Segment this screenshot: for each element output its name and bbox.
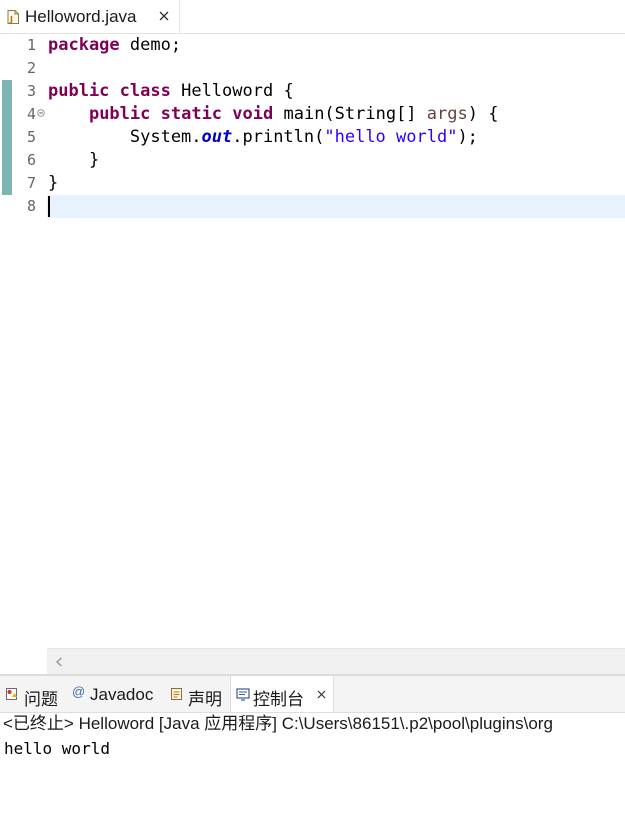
code-text: main(String[] bbox=[273, 104, 427, 124]
keyword: class bbox=[119, 81, 171, 101]
console-output-text: hello world bbox=[4, 739, 110, 758]
tab-declaration[interactable]: 声明 bbox=[165, 676, 230, 712]
line-number: 8 bbox=[26, 197, 36, 215]
text-cursor bbox=[48, 196, 50, 217]
line-number: 3 bbox=[26, 82, 36, 100]
static-field: out bbox=[201, 127, 233, 147]
line-number-ruler: 1 2 3 4 5 6 7 8 bbox=[14, 34, 44, 650]
keyword: package bbox=[48, 35, 120, 55]
code-line: } bbox=[48, 172, 58, 195]
line-number: 6 bbox=[26, 151, 36, 169]
svg-text:J: J bbox=[9, 15, 13, 24]
chevron-left-icon[interactable] bbox=[55, 657, 63, 667]
code-text: Helloword { bbox=[170, 81, 294, 101]
collapse-icon[interactable] bbox=[37, 109, 45, 117]
code-line: System.out.println("hello world"); bbox=[48, 126, 478, 149]
panel-tab-label: Javadoc bbox=[90, 685, 154, 704]
code-text: } bbox=[48, 173, 59, 193]
close-icon[interactable] bbox=[159, 11, 169, 21]
keyword: public bbox=[88, 104, 151, 124]
line-number: 5 bbox=[26, 128, 36, 146]
code-text-area[interactable]: package demo; public class Helloword { p… bbox=[47, 34, 625, 650]
panel-tab-label: 问题 bbox=[24, 690, 58, 709]
change-marker-bar bbox=[2, 80, 12, 195]
line-number: 2 bbox=[26, 59, 36, 77]
problems-icon bbox=[6, 688, 17, 700]
code-line: } bbox=[48, 149, 99, 172]
tab-javadoc[interactable]: @ Javadoc bbox=[66, 676, 165, 712]
line-number: 4 bbox=[26, 105, 36, 123]
code-line: public static void main(String[] args) { bbox=[48, 103, 499, 126]
console-output-area[interactable]: hello world bbox=[0, 736, 625, 814]
code-text: System. bbox=[48, 127, 202, 147]
tab-console[interactable]: 控制台 bbox=[230, 676, 334, 712]
string-literal: "hello world" bbox=[324, 127, 458, 147]
javadoc-icon: @ bbox=[72, 684, 86, 699]
code-line: public class Helloword { bbox=[48, 80, 294, 103]
editor-tab-label: Helloword.java bbox=[25, 7, 137, 26]
keyword: static bbox=[160, 104, 223, 124]
java-file-icon: J bbox=[7, 10, 19, 24]
console-process-label: <已终止> Helloword [Java 应用程序] C:\Users\861… bbox=[3, 714, 553, 733]
line-number: 7 bbox=[26, 174, 36, 192]
keyword: public bbox=[48, 81, 110, 101]
code-editor[interactable]: 1 2 3 4 5 6 7 8 package demo; public cla… bbox=[0, 34, 625, 675]
code-text: } bbox=[48, 150, 100, 170]
editor-tab-bar: J Helloword.java bbox=[0, 0, 625, 34]
keyword: void bbox=[232, 104, 274, 124]
horizontal-scrollbar[interactable] bbox=[47, 648, 625, 675]
panel-tab-bar: 问题 @ Javadoc 声明 控制台 bbox=[0, 676, 625, 713]
editor-tab-helloword[interactable]: J Helloword.java bbox=[0, 0, 180, 33]
code-text: ); bbox=[457, 127, 478, 147]
code-text: demo; bbox=[119, 35, 182, 55]
console-icon bbox=[236, 688, 250, 701]
panel-tab-label: 声明 bbox=[188, 690, 222, 709]
code-line: package demo; bbox=[48, 34, 181, 57]
panel-tab-label: 控制台 bbox=[253, 690, 304, 709]
declaration-icon bbox=[171, 688, 182, 700]
tab-problems[interactable]: 问题 bbox=[0, 676, 66, 712]
close-icon[interactable] bbox=[317, 690, 326, 699]
parameter: args bbox=[426, 104, 468, 124]
current-line-highlight bbox=[47, 195, 625, 218]
line-number: 1 bbox=[26, 36, 36, 54]
code-text: .println( bbox=[232, 127, 325, 147]
code-text: ) { bbox=[467, 104, 499, 124]
